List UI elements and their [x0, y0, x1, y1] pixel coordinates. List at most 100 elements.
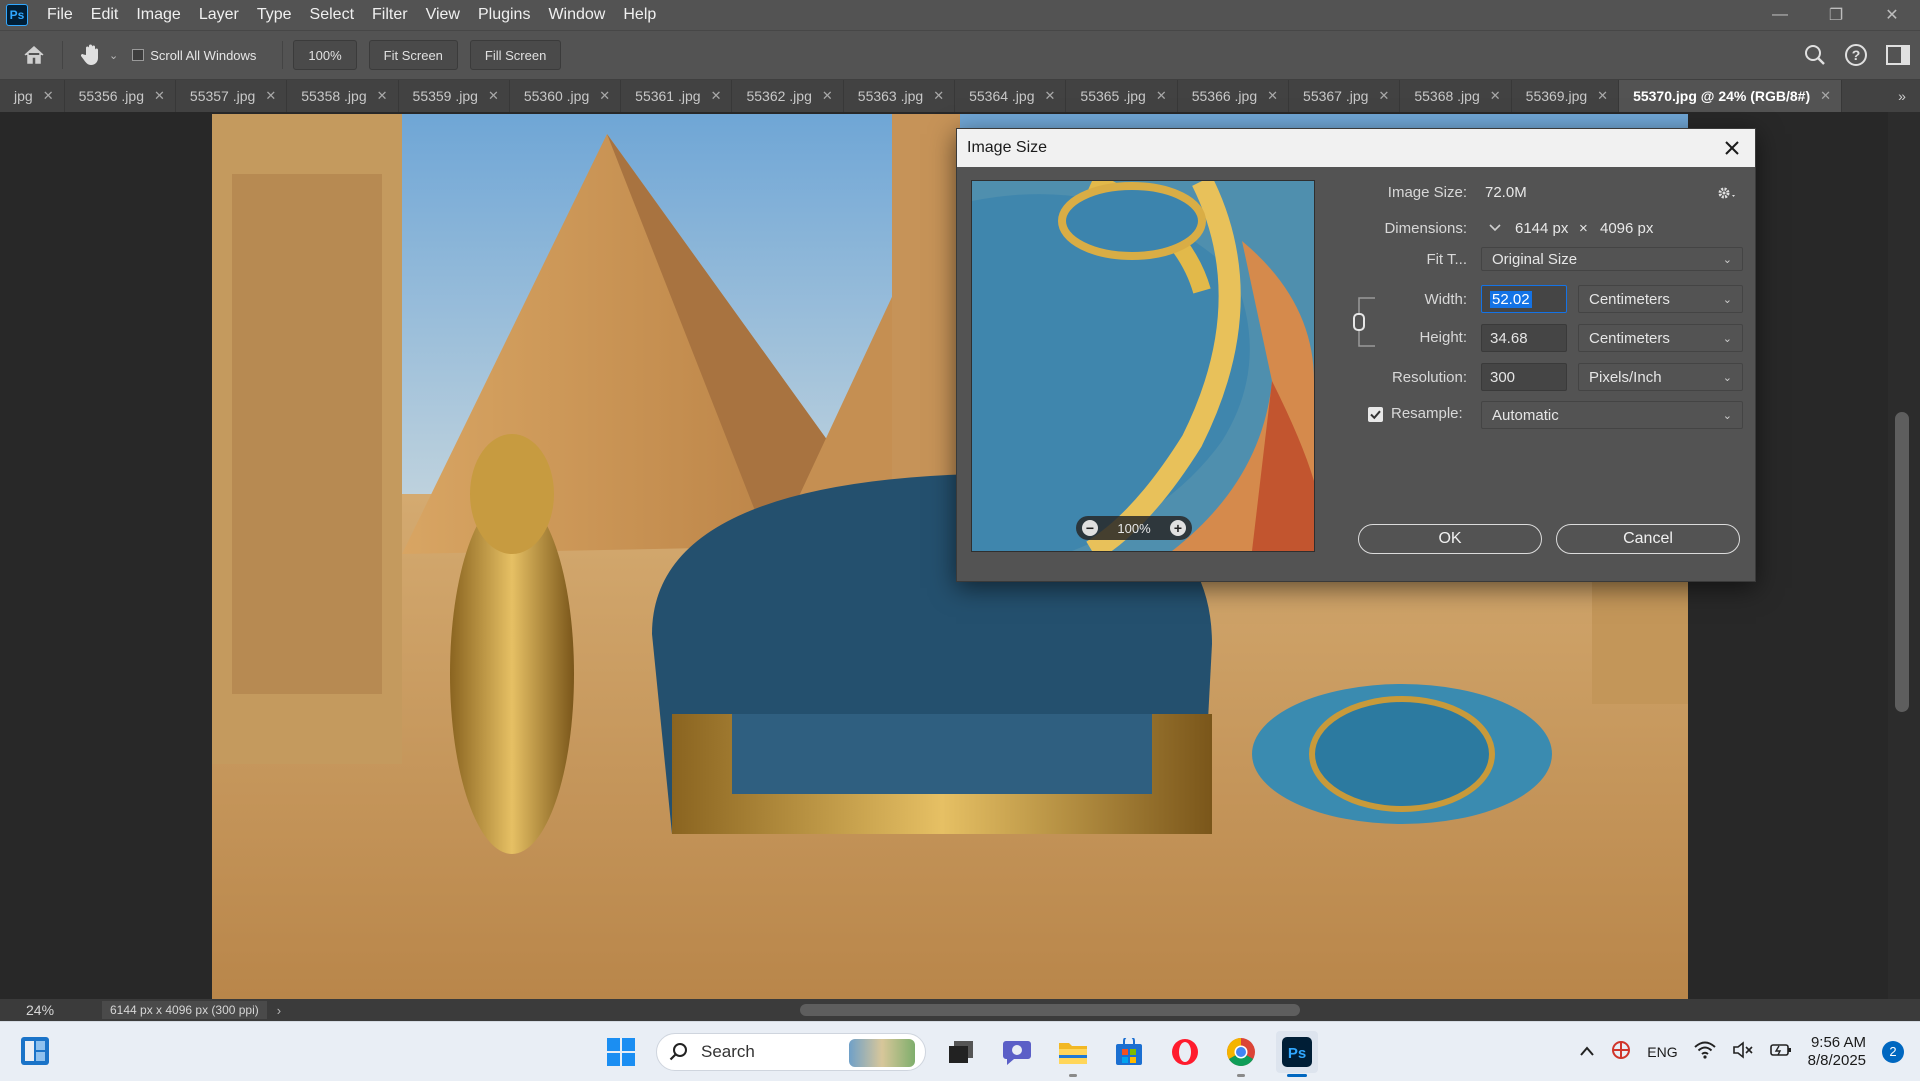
menu-filter[interactable]: Filter — [363, 6, 417, 24]
checkbox-box[interactable] — [132, 49, 145, 61]
menu-image[interactable]: Image — [127, 6, 189, 24]
chevron-up-icon[interactable] — [1579, 1044, 1595, 1060]
close-icon[interactable]: ✕ — [1267, 88, 1278, 104]
minimize-icon[interactable]: — — [1752, 0, 1808, 30]
chrome-browser-icon[interactable] — [1220, 1031, 1262, 1077]
tab-document[interactable]: 55362 .jpg ✕ — [732, 80, 844, 112]
tab-document[interactable]: jpg ✕ — [0, 80, 65, 112]
tab-document[interactable]: 55363 .jpg ✕ — [843, 80, 956, 112]
ok-button[interactable]: OK — [1358, 524, 1542, 554]
tab-document[interactable]: 55368 .jpg ✕ — [1400, 80, 1512, 112]
notification-badge[interactable]: 2 — [1882, 1040, 1904, 1063]
resample-checkbox[interactable] — [1368, 407, 1383, 422]
tab-document[interactable]: 55365 .jpg ✕ — [1066, 80, 1178, 112]
vpn-icon[interactable] — [1611, 1040, 1631, 1063]
tab-document[interactable]: 55369.jpg ✕ — [1511, 80, 1620, 112]
language-indicator[interactable]: ENG — [1647, 1044, 1677, 1060]
restore-icon[interactable]: ❐ — [1808, 0, 1864, 30]
tab-document[interactable]: 55366 .jpg ✕ — [1177, 80, 1290, 112]
status-chevron-icon[interactable]: › — [277, 1003, 281, 1018]
close-icon[interactable]: ✕ — [822, 88, 833, 104]
tab-document[interactable]: 55356 .jpg ✕ — [64, 80, 176, 112]
menu-plugins[interactable]: Plugins — [469, 6, 539, 24]
tab-document[interactable]: 55359 .jpg ✕ — [398, 80, 510, 112]
fill-screen-button[interactable]: Fill Screen — [469, 40, 562, 70]
close-window-icon[interactable]: ✕ — [1864, 0, 1920, 30]
clock[interactable]: 9:56 AM 8/8/2025 — [1808, 1034, 1866, 1070]
search-icon[interactable] — [1804, 44, 1826, 69]
menu-window[interactable]: Window — [539, 6, 614, 24]
vertical-scrollbar[interactable] — [1888, 112, 1920, 999]
battery-icon[interactable] — [1769, 1042, 1792, 1061]
widgets-icon[interactable] — [20, 1036, 50, 1066]
menu-help[interactable]: Help — [614, 6, 665, 24]
photoshop-logo-icon[interactable]: Ps — [6, 4, 28, 26]
zoom-100-button[interactable]: 100% — [293, 40, 357, 70]
taskbar-search-input[interactable]: Search — [656, 1032, 926, 1071]
tab-document[interactable]: 55364 .jpg ✕ — [955, 80, 1067, 112]
tab-document[interactable]: 55360 .jpg ✕ — [509, 80, 622, 112]
opera-browser-icon[interactable] — [1164, 1031, 1206, 1073]
vertical-scroll-thumb[interactable] — [1895, 412, 1909, 712]
microsoft-store-icon[interactable] — [1108, 1031, 1150, 1073]
close-icon[interactable]: ✕ — [1156, 88, 1167, 104]
zoom-in-icon[interactable]: + — [1170, 520, 1186, 536]
horizontal-scrollbar[interactable] — [320, 1004, 1880, 1016]
menu-view[interactable]: View — [417, 6, 469, 24]
resolution-input[interactable]: 300 — [1481, 363, 1567, 391]
close-icon[interactable]: ✕ — [1378, 88, 1389, 104]
close-icon[interactable]: ✕ — [1820, 88, 1831, 104]
scroll-all-windows-checkbox[interactable]: Scroll All Windows — [132, 48, 256, 63]
document-info[interactable]: 6144 px x 4096 px (300 ppi) — [102, 1001, 267, 1019]
volume-muted-icon[interactable] — [1732, 1041, 1754, 1062]
menu-edit[interactable]: Edit — [82, 6, 128, 24]
menu-select[interactable]: Select — [301, 6, 363, 24]
close-icon[interactable]: ✕ — [1490, 88, 1501, 104]
start-icon[interactable] — [600, 1031, 642, 1073]
image-preview[interactable]: − 100% + — [971, 180, 1315, 552]
resample-select[interactable]: Automatic ⌄ — [1481, 401, 1743, 429]
close-icon[interactable]: ✕ — [377, 88, 388, 104]
help-icon[interactable]: ? — [1844, 43, 1868, 70]
tab-document[interactable]: 55357 .jpg ✕ — [175, 80, 288, 112]
task-view-icon[interactable] — [940, 1031, 982, 1073]
close-icon[interactable]: ✕ — [43, 88, 54, 104]
width-input[interactable]: 52.02 — [1481, 285, 1567, 313]
close-icon[interactable]: ✕ — [154, 88, 165, 104]
file-explorer-icon[interactable] — [1052, 1031, 1094, 1077]
horizontal-scroll-thumb[interactable] — [800, 1004, 1300, 1016]
fit-screen-button[interactable]: Fit Screen — [368, 40, 458, 70]
menu-type[interactable]: Type — [248, 6, 301, 24]
close-icon[interactable] — [1719, 135, 1745, 161]
height-input[interactable]: 34.68 — [1481, 324, 1567, 352]
close-icon[interactable]: ✕ — [1045, 88, 1056, 104]
dimensions-unit-chevron-icon[interactable] — [1487, 219, 1503, 235]
hand-tool-icon[interactable] — [73, 37, 109, 73]
photoshop-taskbar-icon[interactable]: Ps — [1276, 1030, 1318, 1077]
tabs-overflow-icon[interactable]: » — [1884, 80, 1920, 112]
gear-icon[interactable] — [1717, 185, 1739, 203]
close-icon[interactable]: ✕ — [933, 88, 944, 104]
workspace-icon[interactable] — [1886, 44, 1910, 68]
menu-layer[interactable]: Layer — [190, 6, 248, 24]
menu-file[interactable]: File — [38, 6, 82, 24]
zoom-level[interactable]: 24% — [0, 1002, 92, 1018]
close-icon[interactable]: ✕ — [488, 88, 499, 104]
teams-chat-icon[interactable] — [996, 1031, 1038, 1073]
width-unit-select[interactable]: Centimeters ⌄ — [1578, 285, 1743, 313]
cancel-button[interactable]: Cancel — [1556, 524, 1740, 554]
home-icon[interactable] — [16, 37, 52, 73]
close-icon[interactable]: ✕ — [265, 88, 276, 104]
wifi-icon[interactable] — [1693, 1041, 1716, 1062]
close-icon[interactable]: ✕ — [711, 88, 722, 104]
tab-document[interactable]: 55361 .jpg ✕ — [621, 80, 733, 112]
resolution-unit-select[interactable]: Pixels/Inch ⌄ — [1578, 363, 1743, 391]
tab-document[interactable]: 55358 .jpg ✕ — [287, 80, 399, 112]
tool-preset-chevron-icon[interactable]: ⌄ — [109, 49, 118, 62]
tab-document[interactable]: 55367 .jpg ✕ — [1289, 80, 1401, 112]
close-icon[interactable]: ✕ — [599, 88, 610, 104]
tab-document-active[interactable]: 55370.jpg @ 24% (RGB/8#) ✕ — [1619, 80, 1843, 112]
height-unit-select[interactable]: Centimeters ⌄ — [1578, 324, 1743, 352]
close-icon[interactable]: ✕ — [1597, 88, 1608, 104]
zoom-out-icon[interactable]: − — [1082, 520, 1098, 536]
